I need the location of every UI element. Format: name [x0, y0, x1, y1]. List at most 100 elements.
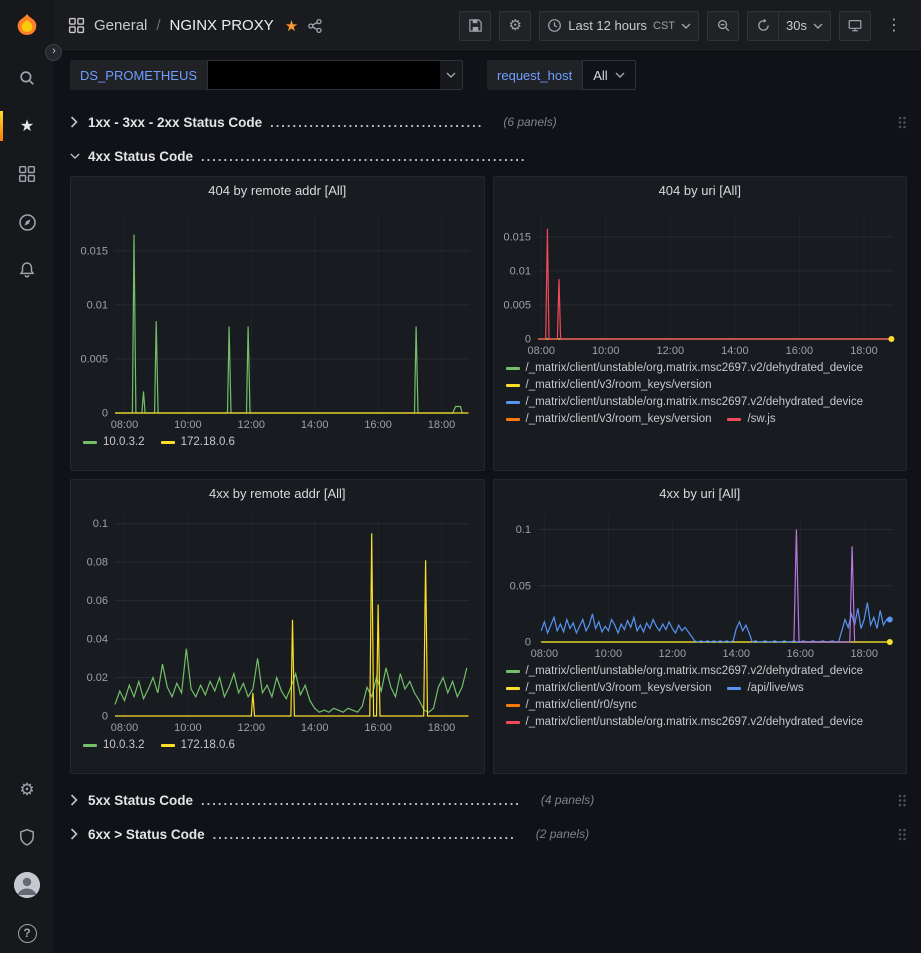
legend-item[interactable]: 10.0.3.2 [83, 739, 145, 751]
svg-text:18:00: 18:00 [428, 722, 456, 734]
bell-icon [18, 261, 36, 279]
share-icon[interactable] [307, 18, 323, 34]
shield-icon [18, 828, 36, 846]
chevron-right-icon [70, 116, 80, 128]
sidebar-item-alerting[interactable] [5, 250, 49, 290]
grafana-logo[interactable] [0, 0, 54, 52]
svg-text:16:00: 16:00 [785, 345, 813, 357]
svg-text:10:00: 10:00 [592, 345, 620, 357]
legend-label: 172.18.0.6 [181, 739, 235, 751]
drag-handle-icon[interactable] [897, 793, 907, 808]
sidebar-toggle-button[interactable]: › [45, 44, 62, 61]
refresh-button[interactable] [747, 11, 779, 41]
panel-4xx-by-uri: 4xx by uri [All] 00.050.108:0010:0012:00… [493, 479, 908, 774]
svg-text:08:00: 08:00 [111, 722, 139, 734]
drag-handle-icon[interactable] [897, 115, 907, 130]
sidebar-item-dashboards[interactable] [5, 154, 49, 194]
sidebar-item-search[interactable] [5, 58, 49, 98]
svg-text:18:00: 18:00 [850, 648, 878, 660]
svg-text:14:00: 14:00 [721, 345, 749, 357]
sidebar-item-profile[interactable] [5, 865, 49, 905]
variable-request-host: request_host All [487, 60, 636, 90]
legend-item[interactable]: /_matrix/client/v3/room_keys/version [506, 413, 712, 425]
chart-legend: 10.0.3.2 172.18.0.6 [71, 433, 484, 456]
panel-title[interactable]: 404 by uri [All] [494, 177, 907, 205]
sidebar-item-starred[interactable]: ★ [5, 106, 49, 146]
legend-item[interactable]: 172.18.0.6 [161, 739, 235, 751]
dashboard-row-5xx[interactable]: 5xx Status Code ........................… [70, 786, 907, 814]
panel-title[interactable]: 4xx by remote addr [All] [71, 480, 484, 508]
legend-item[interactable]: /_matrix/client/unstable/org.matrix.msc2… [506, 665, 864, 677]
drag-handle-icon[interactable] [897, 827, 907, 842]
svg-text:0: 0 [102, 408, 108, 420]
breadcrumb-section[interactable]: General [94, 17, 147, 34]
kebab-menu-button[interactable]: ⋮ [879, 11, 909, 41]
sidebar-item-explore[interactable] [5, 202, 49, 242]
legend-item[interactable]: /_matrix/client/v3/room_keys/version [506, 379, 712, 391]
legend-item[interactable]: /api/live/ws [727, 682, 803, 694]
legend-label: /_matrix/client/unstable/org.matrix.msc2… [526, 665, 864, 677]
page-title[interactable]: NGINX PROXY [170, 17, 274, 34]
legend-label: /_matrix/client/v3/room_keys/version [526, 682, 712, 694]
svg-text:14:00: 14:00 [301, 722, 329, 734]
legend-item[interactable]: /_matrix/client/unstable/org.matrix.msc2… [506, 362, 864, 374]
svg-text:18:00: 18:00 [850, 345, 878, 357]
dashboard-row-4xx[interactable]: 4xx Status Code ........................… [70, 142, 907, 170]
svg-text:0.05: 0.05 [509, 580, 530, 592]
sidebar-item-help[interactable]: ? [5, 913, 49, 953]
legend-item[interactable]: /_matrix/client/unstable/org.matrix.msc2… [506, 396, 864, 408]
legend-label: /api/live/ws [747, 682, 803, 694]
favorite-star-icon[interactable]: ★ [285, 17, 298, 35]
request-host-dropdown[interactable]: All [582, 60, 635, 90]
row-title: 1xx - 3xx - 2xx Status Code [88, 115, 262, 130]
svg-text:0.1: 0.1 [515, 524, 530, 536]
sidebar-item-settings[interactable]: ⚙ [5, 769, 49, 809]
legend-item[interactable]: /_matrix/client/v3/room_keys/version [506, 682, 712, 694]
save-dashboard-button[interactable] [459, 11, 491, 41]
datasource-dropdown[interactable] [207, 60, 463, 90]
time-range-picker[interactable]: Last 12 hours CST [539, 11, 699, 41]
apps-grid-icon [68, 17, 85, 34]
svg-text:16:00: 16:00 [364, 419, 392, 431]
legend-label: /_matrix/client/unstable/org.matrix.msc2… [526, 396, 864, 408]
main-area: General / NGINX PROXY ★ [54, 0, 921, 953]
svg-text:08:00: 08:00 [527, 345, 555, 357]
refresh-interval-dropdown[interactable]: 30s [779, 11, 831, 41]
dashboard-settings-button[interactable]: ⚙ [499, 11, 531, 41]
chevron-down-icon [446, 72, 456, 78]
search-icon [18, 69, 36, 87]
svg-text:0.015: 0.015 [80, 245, 108, 257]
dashboard-row-1xx-3xx-2xx[interactable]: 1xx - 3xx - 2xx Status Code ............… [70, 108, 907, 136]
panel-title[interactable]: 4xx by uri [All] [494, 480, 907, 508]
legend-marker [506, 418, 520, 421]
svg-text:14:00: 14:00 [722, 648, 750, 660]
legend-label: /sw.js [747, 413, 775, 425]
legend-marker [506, 384, 520, 387]
legend-item[interactable]: 10.0.3.2 [83, 436, 145, 448]
legend-marker [506, 401, 520, 404]
svg-text:0.015: 0.015 [503, 231, 531, 243]
chart-canvas[interactable]: 00.020.040.060.080.108:0010:0012:0014:00… [71, 508, 484, 736]
legend-item[interactable]: /_matrix/client/unstable/org.matrix.msc2… [506, 716, 864, 728]
svg-text:0: 0 [102, 711, 108, 723]
legend-item[interactable]: /_matrix/client/r0/sync [506, 699, 637, 711]
legend-item[interactable]: 172.18.0.6 [161, 436, 235, 448]
panel-title[interactable]: 404 by remote addr [All] [71, 177, 484, 205]
svg-text:0.04: 0.04 [87, 634, 108, 646]
zoom-out-button[interactable] [707, 11, 739, 41]
legend-label: 10.0.3.2 [103, 739, 145, 751]
row-panel-count: (2 panels) [536, 827, 589, 841]
svg-text:12:00: 12:00 [656, 345, 684, 357]
tv-mode-button[interactable] [839, 11, 871, 41]
legend-label: /_matrix/client/unstable/org.matrix.msc2… [526, 716, 864, 728]
svg-text:12:00: 12:00 [238, 419, 266, 431]
dashboard-row-6xx[interactable]: 6xx > Status Code ......................… [70, 820, 907, 848]
chart-canvas[interactable]: 00.0050.010.01508:0010:0012:0014:0016:00… [71, 205, 484, 433]
svg-text:16:00: 16:00 [364, 722, 392, 734]
sidebar-nav: ★ [5, 58, 49, 290]
chart-canvas[interactable]: 00.0050.010.01508:0010:0012:0014:0016:00… [494, 205, 907, 359]
legend-item[interactable]: /sw.js [727, 413, 775, 425]
sidebar-item-server-admin[interactable] [5, 817, 49, 857]
svg-text:10:00: 10:00 [174, 722, 202, 734]
chart-canvas[interactable]: 00.050.108:0010:0012:0014:0016:0018:00 [494, 508, 907, 662]
